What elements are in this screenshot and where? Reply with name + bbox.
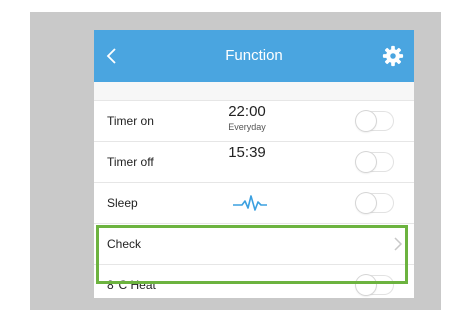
timer-off-label: Timer off	[107, 155, 154, 169]
timer-off-time-block: 15:39	[212, 143, 282, 163]
gear-icon[interactable]	[380, 43, 406, 69]
timer-off-time: 15:39	[228, 144, 266, 161]
sleep-label: Sleep	[107, 196, 138, 210]
timer-on-time-block: 22:00 Everyday	[212, 102, 282, 133]
sleep-row[interactable]: Sleep	[94, 182, 414, 223]
toggle-knob	[356, 275, 376, 295]
timer-on-label: Timer on	[107, 114, 154, 128]
timer-on-toggle[interactable]	[356, 111, 394, 131]
page-title: Function	[225, 47, 283, 64]
toggle-knob	[356, 152, 376, 172]
chevron-right-icon	[394, 237, 403, 251]
heat-8c-row[interactable]: 8°C Heat	[94, 264, 414, 298]
phone-screen: Function Timer on 22:00 Everyday Timer o…	[94, 30, 414, 298]
heat-8c-label: 8°C Heat	[107, 278, 156, 292]
sleep-toggle[interactable]	[356, 193, 394, 213]
heat-8c-toggle[interactable]	[356, 275, 394, 295]
timer-on-repeat: Everyday	[228, 122, 266, 132]
toggle-knob	[356, 111, 376, 131]
pulse-wave-icon	[233, 195, 267, 211]
timer-on-row[interactable]: Timer on 22:00 Everyday	[94, 100, 414, 141]
timer-on-time: 22:00	[228, 103, 266, 120]
check-row[interactable]: Check	[94, 223, 414, 264]
timer-off-toggle[interactable]	[356, 152, 394, 172]
check-label: Check	[107, 237, 142, 251]
toggle-knob	[356, 193, 376, 213]
timer-off-row[interactable]: Timer off 15:39	[94, 141, 414, 182]
title-bar: Function	[94, 30, 414, 82]
header-spacer	[94, 82, 414, 100]
back-icon[interactable]	[100, 44, 122, 68]
